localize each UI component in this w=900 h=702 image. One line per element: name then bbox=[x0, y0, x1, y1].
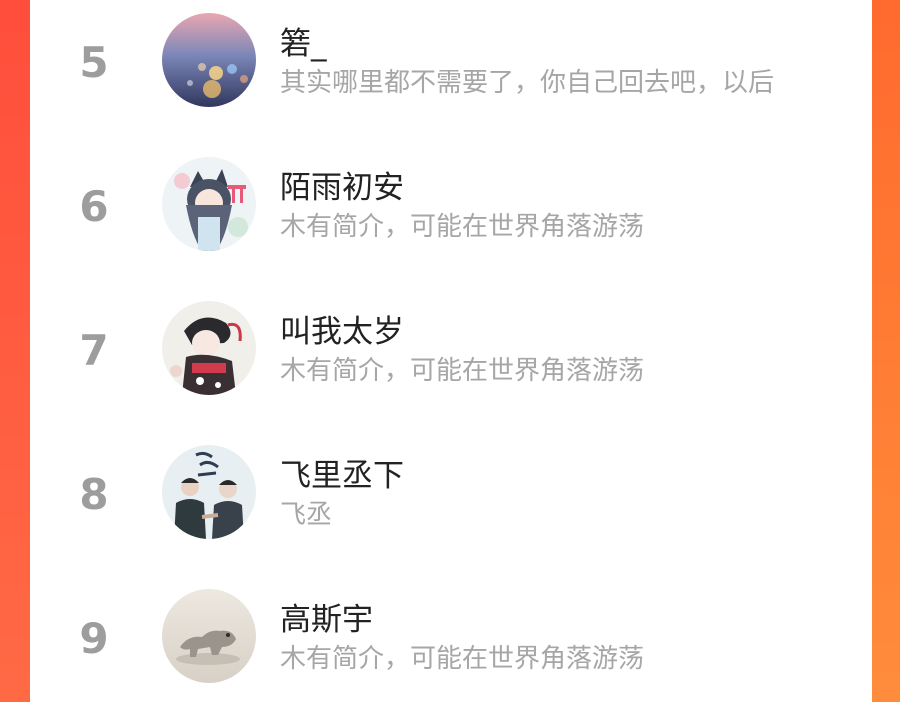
user-avatar[interactable] bbox=[162, 301, 256, 395]
user-row[interactable]: 9 高斯宇 木有简介，可能在世界角落游荡 bbox=[30, 576, 872, 696]
rank-number: 5 bbox=[79, 38, 109, 87]
user-name[interactable]: 高斯宇 bbox=[280, 594, 373, 639]
user-avatar[interactable] bbox=[162, 445, 256, 539]
user-row[interactable]: 6 陌雨初安 木有简介，可能在世界角落游荡 bbox=[30, 144, 872, 264]
rank-number: 6 bbox=[79, 182, 109, 231]
right-accent-bar bbox=[872, 0, 900, 702]
anime-girl-avatar-icon bbox=[162, 157, 256, 251]
rank-number: 8 bbox=[79, 470, 109, 519]
rank-number: 9 bbox=[79, 614, 109, 663]
user-description: 木有简介，可能在世界角落游荡 bbox=[280, 644, 645, 674]
toy-dinosaur-avatar-icon bbox=[162, 589, 256, 683]
left-accent-bar bbox=[0, 0, 30, 702]
user-row[interactable]: 5 箬_ 其实哪里都不需要了，你自己回去吧，以后 bbox=[30, 0, 872, 120]
user-row[interactable]: 8 飞里丞下 飞丞 bbox=[30, 432, 872, 552]
user-row[interactable]: 7 叫我太岁 木有简介，可能在世界角落游荡 bbox=[30, 288, 872, 408]
user-name[interactable]: 箬_ bbox=[280, 18, 327, 63]
two-men-avatar-icon bbox=[162, 445, 256, 539]
user-description: 飞丞 bbox=[280, 500, 333, 530]
user-description: 木有简介，可能在世界角落游荡 bbox=[280, 212, 645, 242]
user-name[interactable]: 叫我太岁 bbox=[280, 306, 404, 351]
user-description: 其实哪里都不需要了，你自己回去吧，以后 bbox=[280, 68, 775, 98]
anime-character-avatar-icon bbox=[162, 301, 256, 395]
user-ranking-list: 5 箬_ 其实哪里都不需要了，你自己回去吧，以后 6 陌雨初安 木有简介，可能在… bbox=[30, 0, 872, 702]
user-name[interactable]: 飞里丞下 bbox=[280, 450, 404, 495]
user-name[interactable]: 陌雨初安 bbox=[280, 162, 404, 207]
bokeh-night-avatar-icon bbox=[162, 13, 256, 107]
rank-number: 7 bbox=[79, 326, 109, 375]
user-description: 木有简介，可能在世界角落游荡 bbox=[280, 356, 645, 386]
user-avatar[interactable] bbox=[162, 13, 256, 107]
user-avatar[interactable] bbox=[162, 157, 256, 251]
user-avatar[interactable] bbox=[162, 589, 256, 683]
